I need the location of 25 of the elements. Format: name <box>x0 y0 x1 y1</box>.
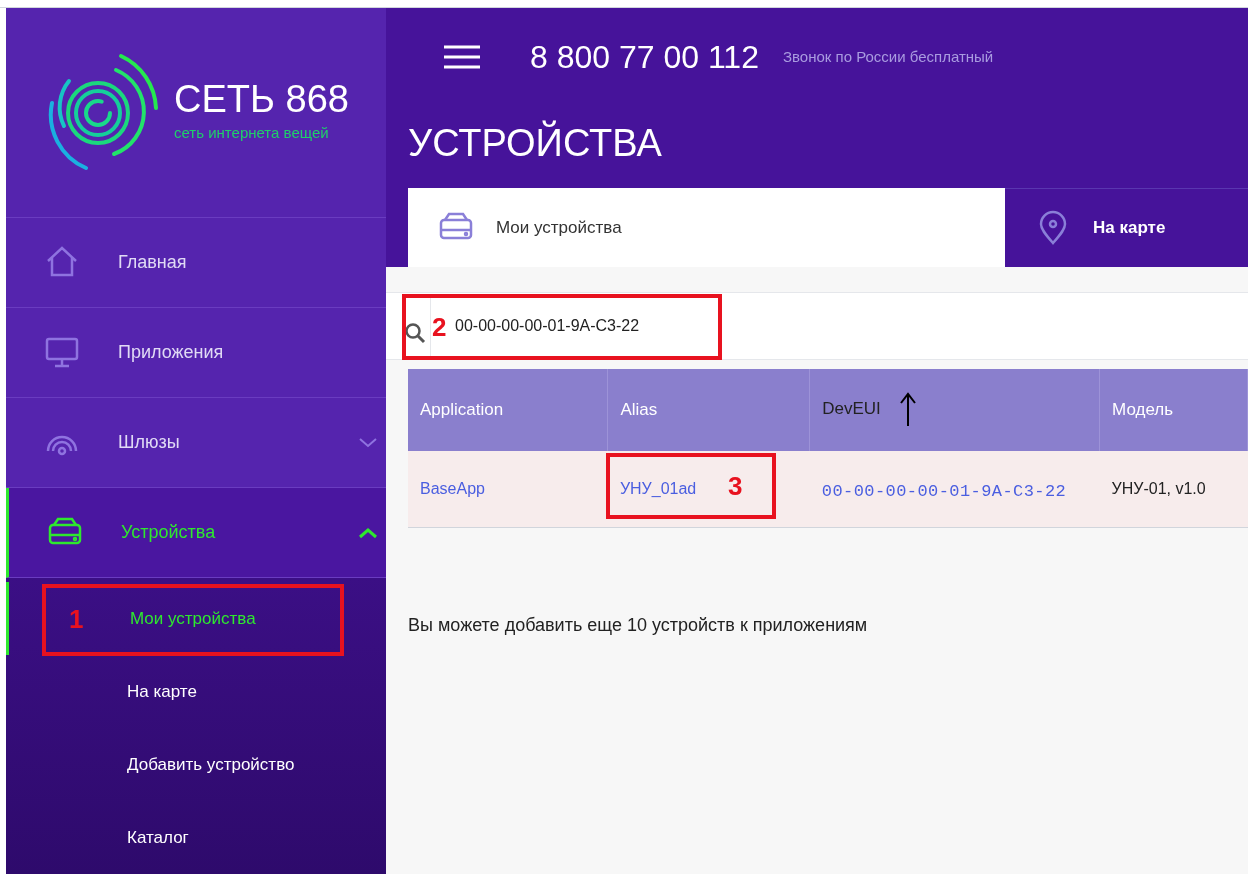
devices-remaining-note: Вы можете добавить еще 10 устройств к приложениям <box>408 613 869 637</box>
phone-note: Звонок по России бесплатный <box>782 46 994 67</box>
table-cell: 00-00-00-00-01-9A-C3-22 <box>821 482 1067 501</box>
chevron-icon <box>358 526 378 539</box>
chevron-icon <box>358 436 378 449</box>
tab[interactable]: Мои устройства <box>408 188 1005 267</box>
callout-number: 3 <box>727 473 743 499</box>
sidebar-item[interactable]: Устройства <box>6 488 386 578</box>
submenu-item[interactable]: Мои устройства <box>130 605 256 632</box>
submenu-item[interactable]: На карте <box>127 678 197 705</box>
table-cell: УНУ-01, v1.0 <box>1111 479 1206 497</box>
callout-number: 2 <box>432 314 447 340</box>
logo-tagline: сеть интернета вещей <box>174 123 330 144</box>
table-link[interactable]: BaseApp <box>420 479 485 497</box>
menu-icon[interactable] <box>444 45 480 69</box>
table-link[interactable]: УНУ_01ad <box>619 479 697 497</box>
submenu-item[interactable]: Добавить устройство <box>127 751 295 778</box>
page-title: УСТРОЙСТВА <box>408 119 663 166</box>
callout-number: 1 <box>69 606 84 632</box>
tab[interactable]: На карте <box>1005 188 1248 267</box>
phone-number: 8 800 77 00 112 <box>530 38 759 77</box>
search-field[interactable]: 00-00-00-00-01-9A-C3-22 <box>455 314 705 338</box>
submenu-item[interactable]: Каталог <box>127 824 189 851</box>
search-icon <box>404 322 426 344</box>
logo-name: СЕТЬ 868 <box>174 80 349 119</box>
